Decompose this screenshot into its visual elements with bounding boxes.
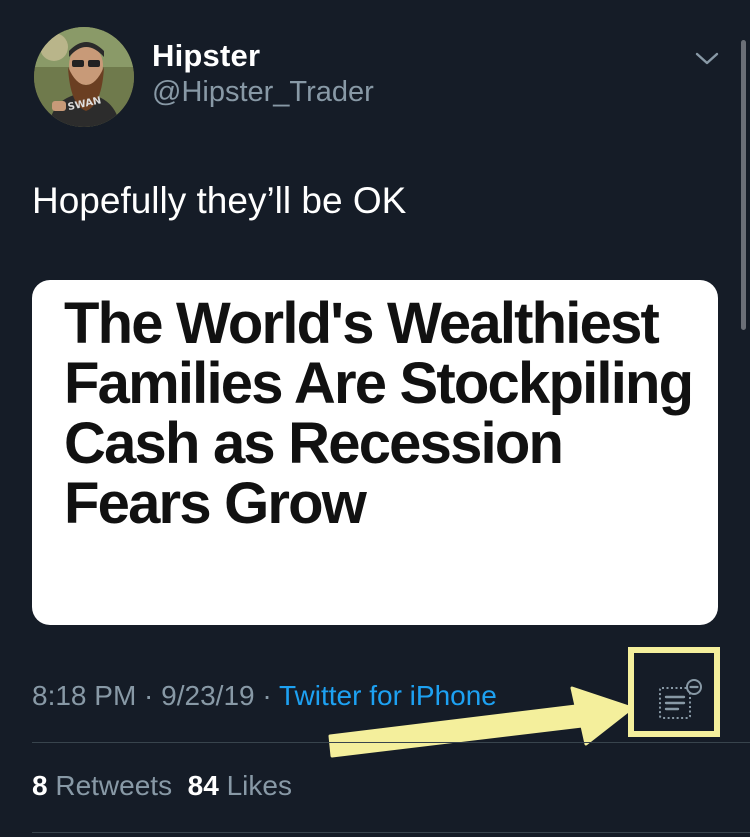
retweet-count[interactable]: 8: [32, 770, 48, 801]
like-count[interactable]: 84: [188, 770, 219, 801]
tweet-stats: 8 Retweets 84 Likes: [32, 770, 292, 802]
tweet-time: 8:18 PM: [32, 680, 137, 711]
divider: [32, 832, 750, 833]
meta-separator: ·: [254, 680, 279, 711]
tweet-date: 9/23/19: [161, 680, 255, 711]
arrow-annotation: [328, 686, 634, 758]
scrollbar[interactable]: [741, 40, 746, 330]
divider: [32, 742, 750, 743]
avatar-image: SWAN: [34, 27, 134, 127]
tweet-text: Hopefully they’ll be OK: [32, 180, 407, 221]
tweet-image-card[interactable]: The World's Wealthiest Families Are Stoc…: [32, 280, 718, 625]
avatar[interactable]: SWAN: [34, 27, 134, 127]
meta-separator: ·: [136, 680, 162, 711]
card-headline: The World's Wealthiest Families Are Stoc…: [64, 291, 694, 536]
display-name[interactable]: Hipster: [152, 38, 260, 74]
user-handle[interactable]: @Hipster_Trader: [152, 76, 374, 109]
retweet-label[interactable]: Retweets: [55, 770, 172, 801]
like-label[interactable]: Likes: [227, 770, 292, 801]
chevron-down-icon[interactable]: [694, 48, 720, 68]
tweet-analytics-icon[interactable]: [656, 678, 704, 722]
